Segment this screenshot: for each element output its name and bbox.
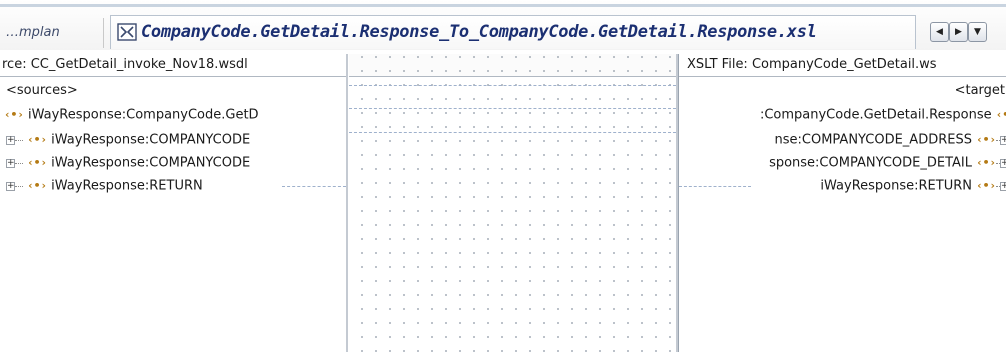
source-root[interactable]: <sources> [6,80,78,102]
tab-strip-border [0,4,1006,7]
editor-tab-strip: …mplan CompanyCode.GetDetail.Response_To… [0,0,1006,50]
element-icon: ‹•› [27,133,48,146]
panel-splitter[interactable] [346,54,348,352]
mapping-canvas[interactable] [349,54,676,352]
element-icon: ‹•› [976,133,996,146]
target-root[interactable]: <target [955,80,1005,102]
element-icon: ‹•› [976,179,996,192]
expand-icon[interactable]: + [1000,158,1006,168]
target-node-label: sponse:COMPANYCODE_DETAIL [769,155,972,171]
source-node-label: iWayResponse:RETURN [51,178,203,194]
tab-list-icon[interactable]: ▼ [968,22,987,42]
source-node[interactable]: + ‹•› iWayResponse:COMPANYCODE [6,129,250,151]
target-node[interactable]: sponse:COMPANYCODE_DETAIL ‹•› + [769,152,1006,174]
source-schema-panel: rce: CC_GetDetail_invoke_Nov18.wsdl <sou… [0,54,347,352]
scroll-right-icon[interactable]: ▶ [949,22,968,42]
tab-previous[interactable]: …mplan [0,18,104,48]
target-node[interactable]: :CompanyCode.GetDetail.Response ‹• [760,104,1006,126]
mapping-line[interactable] [349,108,676,109]
expand-icon[interactable]: + [1000,135,1006,145]
target-node[interactable]: iWayResponse:RETURN ‹•› + [820,175,1006,197]
mapping-line [679,186,751,187]
element-icon: ‹• [995,108,1006,121]
source-node[interactable]: + ‹•› iWayResponse:RETURN [6,175,203,197]
tree-connector [15,185,23,187]
expand-icon[interactable]: + [6,135,15,145]
canvas-grid [349,54,676,352]
tab-active-label: CompanyCode.GetDetail.Response_To_Compan… [141,22,817,42]
tree-connector [15,139,23,141]
source-node[interactable]: + ‹•› iWayResponse:COMPANYCODE [6,152,250,174]
element-icon: ‹•› [27,179,48,192]
target-schema-panel: XSLT File: CompanyCode_GetDetail.ws <tar… [678,54,1006,352]
target-node[interactable]: nse:COMPANYCODE_ADDRESS ‹•› + [775,129,1006,151]
target-node-label: nse:COMPANYCODE_ADDRESS [774,132,972,148]
expand-icon[interactable]: + [6,158,15,168]
mapping-line [282,186,346,187]
tab-previous-label: …mplan [6,25,60,40]
mapper-icon [117,23,137,41]
element-icon: ‹•› [4,108,24,121]
target-node-label: iWayResponse:RETURN [820,178,972,194]
mapping-line[interactable] [349,132,676,133]
target-node-label: :CompanyCode.GetDetail.Response [759,107,992,123]
tab-active-xsl-map[interactable]: CompanyCode.GetDetail.Response_To_Compan… [110,15,916,49]
tree-connector [15,162,23,164]
source-node-label: iWayResponse:COMPANYCODE [51,132,251,148]
tab-navigation: ◀ ▶ ▼ [930,22,1006,42]
scroll-left-icon[interactable]: ◀ [930,22,949,42]
expand-icon[interactable]: + [6,181,15,191]
element-icon: ‹•› [27,156,48,169]
element-icon: ‹•› [976,156,996,169]
source-node-label: iWayResponse:CompanyCode.GetD [28,107,259,123]
source-node[interactable]: ‹•› iWayResponse:CompanyCode.GetD [4,104,259,126]
mapping-line[interactable] [349,85,676,86]
target-header: XSLT File: CompanyCode_GetDetail.ws [679,54,1006,77]
source-header: rce: CC_GetDetail_invoke_Nov18.wsdl [0,54,346,77]
source-node-label: iWayResponse:COMPANYCODE [51,155,251,171]
expand-icon[interactable]: + [1000,181,1006,191]
